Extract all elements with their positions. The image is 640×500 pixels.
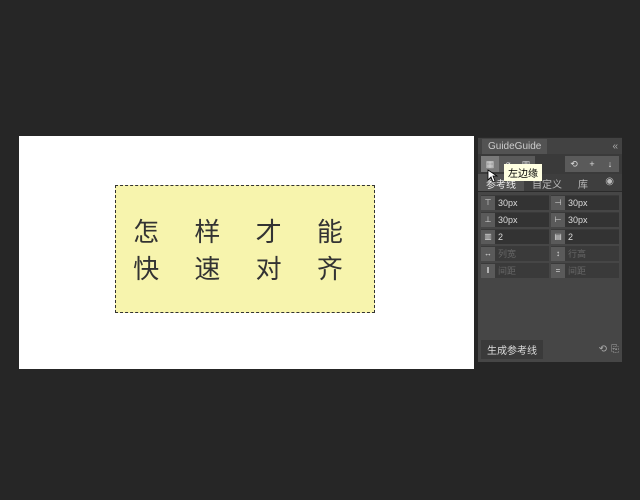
tooltip-left-edge: 左边缘 <box>504 164 542 181</box>
rows-field-icon: ▤ <box>551 230 565 244</box>
row-height-icon: ↕ <box>551 247 565 261</box>
gutter-h-value[interactable]: 间距 <box>565 264 619 278</box>
columns-field-icon: ▥ <box>481 230 495 244</box>
panel-spacer <box>478 281 622 337</box>
undo-icon[interactable]: ⟲ <box>565 156 583 172</box>
copy-icon[interactable]: ⎘ <box>611 344 619 355</box>
left-margin-field[interactable]: ⊢ 30px <box>551 212 619 227</box>
gutter-h-icon: = <box>551 264 565 278</box>
col-width-value[interactable]: 列宽 <box>495 247 549 261</box>
right-margin-value[interactable]: 30px <box>565 196 619 210</box>
generate-guides-button[interactable]: 生成参考线 <box>481 340 543 359</box>
mode-icon-row: ▦ ⌀ ▥ ⟲ + ↓ <box>478 154 622 174</box>
left-margin-value[interactable]: 30px <box>565 213 619 227</box>
right-margin-icon: ⊣ <box>551 196 565 210</box>
gutter-w-value[interactable]: 间距 <box>495 264 549 278</box>
margin-inputs: ⊤ 30px ⊣ 30px ⊥ 30px ⊢ 30px ▥ 2 ▤ 2 ↔ 列宽… <box>478 192 622 281</box>
export-icon[interactable]: ↓ <box>601 156 619 172</box>
visibility-icon[interactable]: ◉ <box>597 174 622 191</box>
columns-value[interactable]: 2 <box>495 230 549 244</box>
text-line-1: 怎 样 才 能 <box>133 212 357 249</box>
rows-field[interactable]: ▤ 2 <box>551 229 619 244</box>
cursor-pointer-icon <box>487 169 499 183</box>
right-margin-field[interactable]: ⊣ 30px <box>551 195 619 210</box>
guideguide-panel: GuideGuide « ▦ ⌀ ▥ ⟲ + ↓ 参考线 自定义 库 ◉ ⊤ 3… <box>478 137 622 362</box>
generate-row: 生成参考线 ⟲ ⎘ <box>478 337 622 362</box>
bottom-margin-icon: ⊥ <box>481 213 495 227</box>
col-width-icon: ↔ <box>481 247 495 261</box>
bottom-margin-field[interactable]: ⊥ 30px <box>481 212 549 227</box>
columns-field[interactable]: ▥ 2 <box>481 229 549 244</box>
reset-icon[interactable]: ⟲ <box>599 344 607 355</box>
row-height-field[interactable]: ↕ 行高 <box>551 246 619 261</box>
selected-text-box[interactable]: 怎 样 才 能 快 速 对 齐 <box>115 185 375 313</box>
tab-library[interactable]: 库 <box>570 174 596 191</box>
panel-tabs: 参考线 自定义 库 ◉ <box>478 174 622 192</box>
rows-value[interactable]: 2 <box>565 230 619 244</box>
gutter-w-icon: ‖ <box>481 264 495 278</box>
left-margin-icon: ⊢ <box>551 213 565 227</box>
col-width-field[interactable]: ↔ 列宽 <box>481 246 549 261</box>
panel-collapse-icon[interactable]: « <box>612 141 618 152</box>
bottom-margin-value[interactable]: 30px <box>495 213 549 227</box>
text-line-2: 快 速 对 齐 <box>133 249 357 286</box>
top-margin-icon: ⊤ <box>481 196 495 210</box>
gutter-w-field[interactable]: ‖ 间距 <box>481 263 549 278</box>
add-icon[interactable]: + <box>583 156 601 172</box>
top-margin-field[interactable]: ⊤ 30px <box>481 195 549 210</box>
panel-title-tab[interactable]: GuideGuide <box>482 139 547 154</box>
panel-header: GuideGuide « <box>478 138 622 154</box>
gutter-h-field[interactable]: = 间距 <box>551 263 619 278</box>
row-height-value[interactable]: 行高 <box>565 247 619 261</box>
top-margin-value[interactable]: 30px <box>495 196 549 210</box>
